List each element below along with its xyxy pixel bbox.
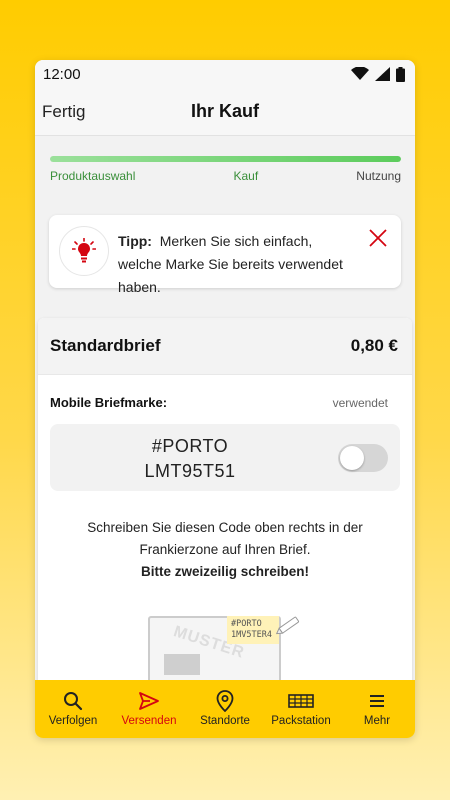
address-placeholder (164, 654, 200, 675)
progress-track (50, 156, 401, 162)
step-product-selection: Produktauswahl (50, 169, 136, 183)
location-pin-icon (216, 690, 234, 712)
status-time: 12:00 (43, 65, 81, 83)
stamp-label: Mobile Briefmarke: (50, 395, 168, 410)
product-name: Standardbrief (50, 336, 161, 355)
page-title: Ihr Kauf (190, 101, 259, 121)
envelope-code-line2: 1MV5TER4 (231, 630, 272, 640)
tip-label: Tipp: (118, 233, 152, 249)
pencil-icon (275, 616, 300, 635)
tab-packstation[interactable]: Packstation (266, 690, 336, 727)
instruction-text: Schreiben Sie diesen Code oben rechts in… (87, 520, 363, 557)
purchase-progress: Produktauswahl Kauf Nutzung (35, 136, 415, 183)
stamp-status: verwendet (332, 395, 388, 410)
envelope-code: #PORTO 1MV5TER4 (227, 616, 279, 644)
done-button[interactable]: Fertig (42, 102, 85, 122)
status-icons (351, 66, 405, 82)
tip-card: Tipp: Merken Sie sich einfach, welche Ma… (49, 215, 401, 295)
tab-label: Standorte (200, 715, 250, 727)
tab-label: Verfolgen (48, 715, 98, 727)
search-icon (64, 692, 83, 711)
bottom-nav: Verfolgen Versenden Standorte Packstatio… (35, 680, 415, 738)
used-toggle[interactable] (338, 444, 388, 472)
tab-standorte[interactable]: Standorte (190, 690, 260, 727)
top-app-bar: Fertig Ihr Kauf (35, 88, 415, 136)
tip-text: Tipp: Merken Sie sich einfach, welche Ma… (118, 230, 359, 299)
tab-label: Mehr (363, 715, 391, 727)
stamp-row: Mobile Briefmarke: verwendet (38, 375, 412, 410)
menu-icon (370, 695, 384, 707)
stamp-code-line2: LMT95T51 (144, 461, 236, 481)
envelope-code-line1: #PORTO (231, 619, 262, 629)
tab-versenden[interactable]: Versenden (114, 690, 184, 727)
status-bar: 12:00 (35, 60, 415, 88)
instruction-bold: Bitte zweizeilig schreiben! (140, 564, 310, 579)
toggle-knob (340, 446, 364, 470)
tab-verfolgen[interactable]: Verfolgen (38, 690, 108, 727)
stamp-code: #PORTO LMT95T51 (50, 434, 330, 484)
step-usage: Nutzung (356, 169, 401, 183)
app-window: 12:00 Fertig Ihr Kauf Produktauswahl Kau… (35, 60, 415, 738)
tab-label: Versenden (121, 715, 177, 727)
packstation-icon (288, 694, 314, 708)
close-icon[interactable] (369, 229, 387, 247)
lightbulb-icon (59, 226, 109, 276)
step-purchase: Kauf (233, 169, 259, 183)
tab-label: Packstation (271, 715, 331, 727)
product-header: Standardbrief 0,80 € (38, 318, 412, 375)
wifi-icon (351, 67, 369, 80)
product-price: 0,80 € (350, 336, 398, 355)
tab-mehr[interactable]: Mehr (342, 690, 412, 727)
stamp-code-box: #PORTO LMT95T51 (50, 424, 400, 491)
tip-message: Merken Sie sich einfach, welche Marke Si… (118, 233, 343, 295)
instructions: Schreiben Sie diesen Code oben rechts in… (38, 517, 412, 583)
signal-icon (375, 67, 390, 81)
battery-icon (396, 66, 405, 82)
send-icon (139, 692, 159, 710)
progress-fill (50, 156, 401, 162)
progress-steps: Produktauswahl Kauf Nutzung (50, 169, 401, 183)
stamp-code-line1: #PORTO (151, 436, 229, 456)
